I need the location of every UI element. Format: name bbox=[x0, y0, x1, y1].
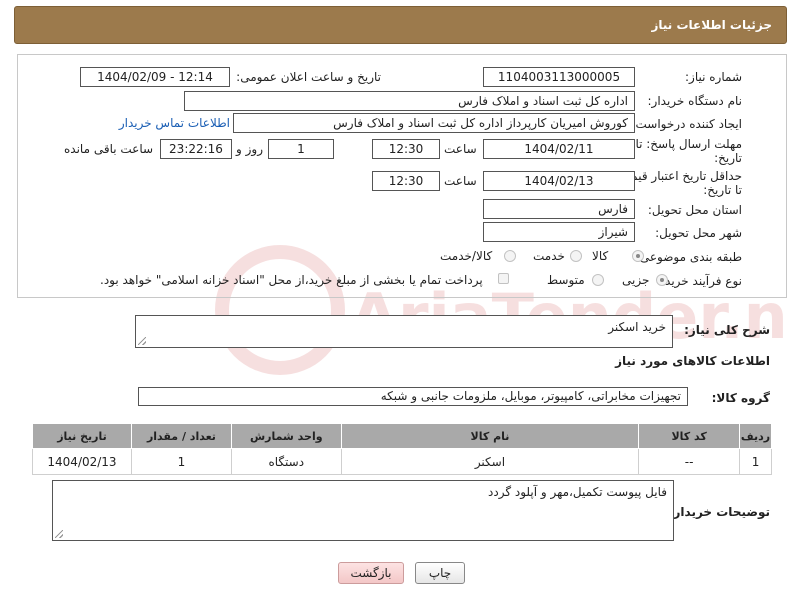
page-title: جزئیات اطلاعات نیاز bbox=[651, 18, 772, 32]
resize-grip-icon[interactable] bbox=[55, 530, 63, 538]
buyer-notes-label: توضیحات خریدار: bbox=[668, 505, 770, 519]
price-validity-date: 1404/02/13 bbox=[483, 171, 635, 191]
treasury-payment-note: پرداخت تمام یا بخشی از مبلغ خرید،از محل … bbox=[100, 273, 483, 287]
requester-field: کوروش امیریان کارپرداز اداره کل ثبت اسنا… bbox=[233, 113, 635, 133]
category-option-service: خدمت bbox=[533, 249, 565, 263]
remaining-days: 1 bbox=[268, 139, 334, 159]
reply-deadline-label: مهلت ارسال پاسخ: تا bbox=[635, 137, 742, 151]
table-header: کد کالا bbox=[638, 423, 741, 449]
items-table: ردیف کد کالا نام کالا واحد شمارش تعداد /… bbox=[32, 423, 772, 475]
remaining-time: 23:22:16 bbox=[160, 139, 232, 159]
days-label: روز و bbox=[236, 142, 263, 156]
delivery-city-label: شهر محل تحویل: bbox=[655, 226, 742, 240]
need-number-field: 1104003113000005 bbox=[483, 67, 635, 87]
table-header: تاریخ نیاز bbox=[32, 423, 132, 449]
price-validity-label-2: تا تاریخ: bbox=[703, 183, 742, 197]
back-button[interactable]: بازگشت bbox=[338, 562, 404, 584]
table-cell: دستگاه bbox=[230, 448, 342, 475]
announce-datetime-field: 1404/02/09 - 12:14 bbox=[80, 67, 230, 87]
category-radio-goods[interactable] bbox=[632, 250, 644, 262]
buyer-org-label: نام دستگاه خریدار: bbox=[647, 94, 743, 108]
delivery-province-label: استان محل تحویل: bbox=[647, 203, 742, 217]
table-header-row: ردیف کد کالا نام کالا واحد شمارش تعداد /… bbox=[32, 423, 772, 449]
table-cell: 1 bbox=[131, 448, 232, 475]
announce-datetime-label: تاریخ و ساعت اعلان عمومی: bbox=[236, 70, 381, 84]
buyer-org-field: اداره کل ثبت اسناد و املاک فارس bbox=[184, 91, 635, 111]
price-validity-time: 12:30 bbox=[372, 171, 440, 191]
table-cell: -- bbox=[638, 448, 741, 475]
goods-group-label: گروه کالا: bbox=[711, 391, 770, 405]
purchase-option-medium: متوسط bbox=[547, 273, 585, 287]
need-number-label: شماره نیاز: bbox=[685, 70, 742, 84]
buyer-contact-link[interactable]: اطلاعات تماس خریدار bbox=[119, 116, 230, 130]
table-cell: اسکنر bbox=[340, 448, 640, 475]
delivery-city-field: شیراز bbox=[483, 222, 635, 242]
reply-deadline-label-2: تاریخ: bbox=[714, 151, 742, 165]
buyer-notes-textarea: فایل پیوست تکمیل،مهر و آپلود گردد bbox=[52, 480, 674, 541]
category-radio-service[interactable] bbox=[570, 250, 582, 262]
reply-time-label: ساعت bbox=[444, 142, 477, 156]
table-row: 1 -- اسکنر دستگاه 1 1404/02/13 bbox=[32, 448, 772, 475]
delivery-province-field: فارس bbox=[483, 199, 635, 219]
purchase-option-minor: جزیی bbox=[622, 273, 650, 287]
purchase-radio-medium[interactable] bbox=[592, 274, 604, 286]
price-validity-time-label: ساعت bbox=[444, 174, 477, 188]
remaining-time-label: ساعت باقی مانده bbox=[64, 142, 154, 156]
purchase-radio-minor[interactable] bbox=[656, 274, 668, 286]
category-label: طبقه بندی موضوعی: bbox=[635, 250, 742, 264]
print-button[interactable]: چاپ bbox=[415, 562, 465, 584]
page-header: جزئیات اطلاعات نیاز bbox=[14, 6, 787, 44]
table-header: تعداد / مقدار bbox=[131, 423, 232, 449]
description-text: خرید اسکنر bbox=[608, 320, 666, 334]
category-option-goods: کالا bbox=[592, 249, 609, 263]
table-cell: 1404/02/13 bbox=[32, 448, 132, 475]
buyer-notes-text: فایل پیوست تکمیل،مهر و آپلود گردد bbox=[488, 485, 667, 499]
reply-deadline-date: 1404/02/11 bbox=[483, 139, 635, 159]
goods-group-field: تجهیزات مخابراتی، کامپیوتر، موبایل، ملزو… bbox=[138, 387, 688, 406]
table-header: واحد شمارش bbox=[230, 423, 342, 449]
purchase-type-label: نوع فرآیند خرید : bbox=[657, 274, 742, 288]
treasury-payment-checkbox[interactable] bbox=[498, 273, 509, 284]
requester-label: ایجاد کننده درخواست: bbox=[631, 117, 742, 131]
resize-grip-icon[interactable] bbox=[138, 337, 146, 345]
goods-section-title: اطلاعات کالاهای مورد نیاز bbox=[615, 354, 770, 368]
category-radio-goods-service[interactable] bbox=[504, 250, 516, 262]
table-header: نام کالا bbox=[340, 423, 640, 449]
table-header: ردیف bbox=[739, 423, 772, 449]
description-textarea: خرید اسکنر bbox=[135, 315, 673, 348]
category-option-goods-service: کالا/خدمت bbox=[440, 249, 493, 263]
reply-deadline-time: 12:30 bbox=[372, 139, 440, 159]
description-label: شرح کلی نیاز: bbox=[684, 323, 770, 337]
table-cell: 1 bbox=[739, 448, 772, 475]
